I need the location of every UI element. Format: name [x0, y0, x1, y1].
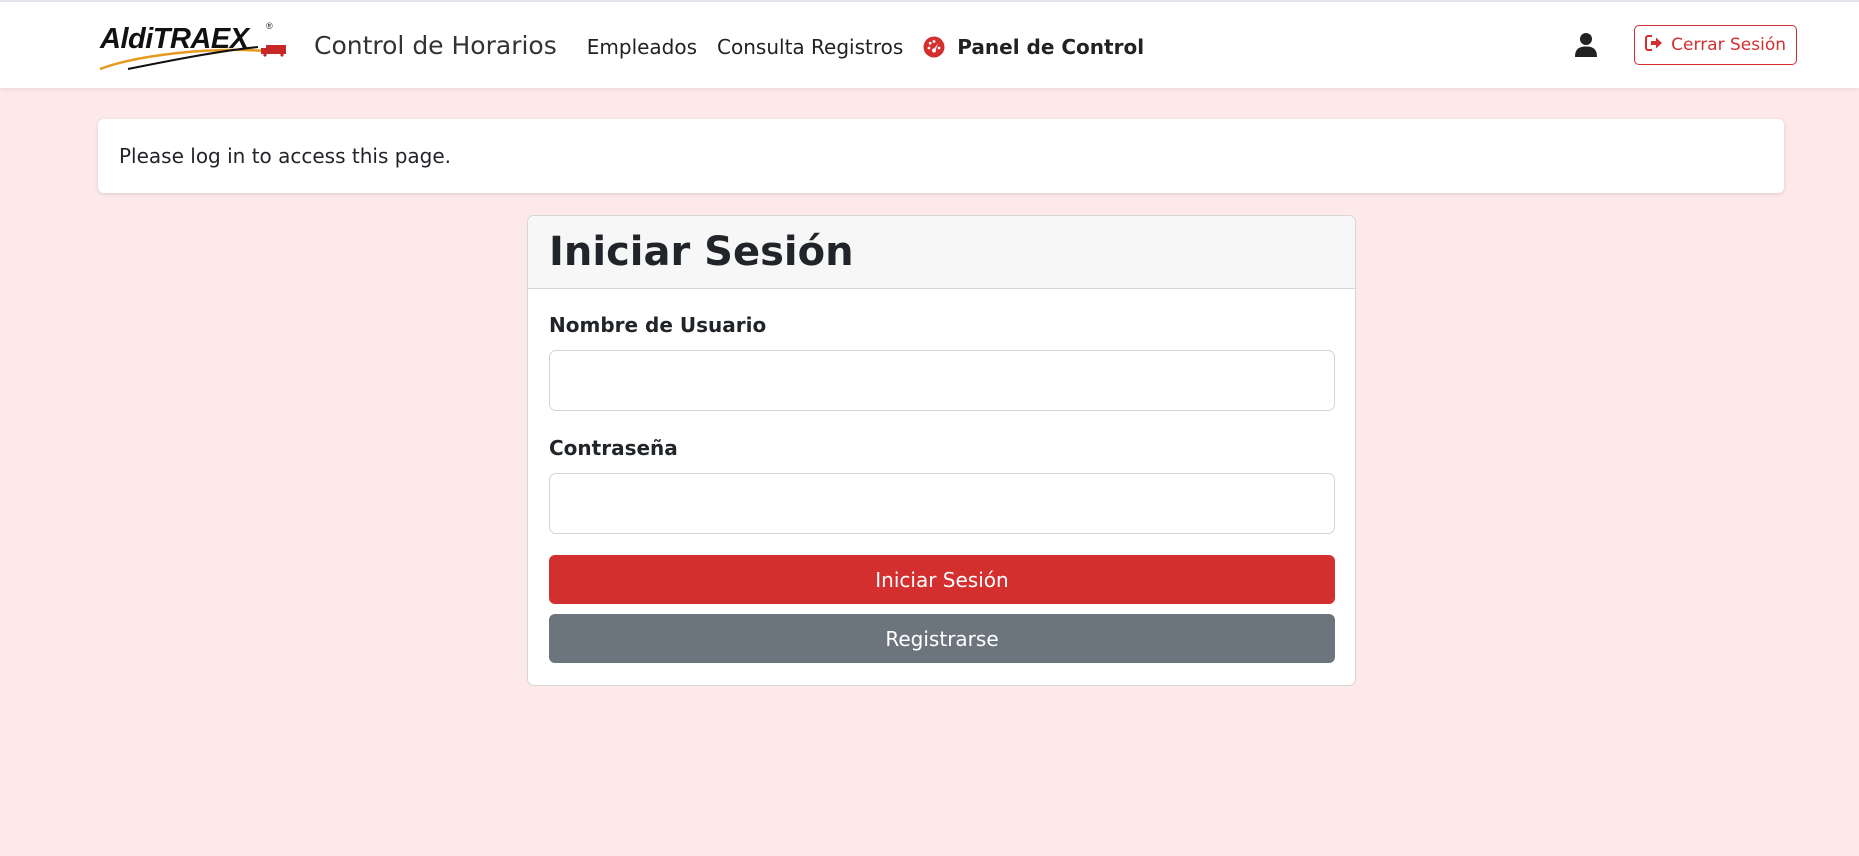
alert-message: Please log in to access this page. [119, 144, 452, 168]
login-form: Nombre de Usuario Contraseña Iniciar Ses… [528, 289, 1355, 663]
nav-links: Empleados Consulta Registros Panel de Co… [587, 35, 1164, 59]
login-card: Iniciar Sesión Nombre de Usuario Contras… [527, 215, 1356, 686]
login-submit-button[interactable]: Iniciar Sesión [549, 555, 1335, 604]
app-title[interactable]: Control de Horarios [314, 31, 557, 60]
gauge-icon [923, 36, 945, 58]
login-required-alert: Please log in to access this page. [98, 119, 1784, 193]
register-button[interactable]: Registrarse [549, 614, 1335, 663]
password-group: Contraseña [549, 436, 1335, 534]
sign-out-icon [1645, 34, 1671, 56]
nav-link-consulta-registros[interactable]: Consulta Registros [717, 35, 903, 59]
username-input[interactable] [549, 350, 1335, 411]
logout-button[interactable]: Cerrar Sesión [1634, 25, 1797, 65]
nav-right: Cerrar Sesión [1574, 25, 1797, 65]
login-title: Iniciar Sesión [549, 229, 854, 275]
company-logo[interactable]: AldiTRAEX ® [98, 17, 294, 73]
nav-link-empleados[interactable]: Empleados [587, 35, 697, 59]
user-icon[interactable] [1574, 32, 1598, 58]
logout-label: Cerrar Sesión [1671, 35, 1786, 55]
username-label: Nombre de Usuario [549, 313, 767, 337]
logo-text: AldiTRAEX [100, 23, 249, 55]
navbar: AldiTRAEX ® Control de Horarios Empleado… [0, 2, 1859, 88]
password-input[interactable] [549, 473, 1335, 534]
password-label: Contraseña [549, 436, 678, 460]
brand[interactable]: AldiTRAEX ® Control de Horarios [98, 17, 557, 73]
username-group: Nombre de Usuario [549, 313, 1335, 411]
login-card-header: Iniciar Sesión [528, 216, 1355, 289]
nav-link-panel-de-control[interactable]: Panel de Control [923, 35, 1144, 59]
registered-mark: ® [266, 21, 273, 31]
nav-link-panel-label: Panel de Control [957, 35, 1145, 59]
